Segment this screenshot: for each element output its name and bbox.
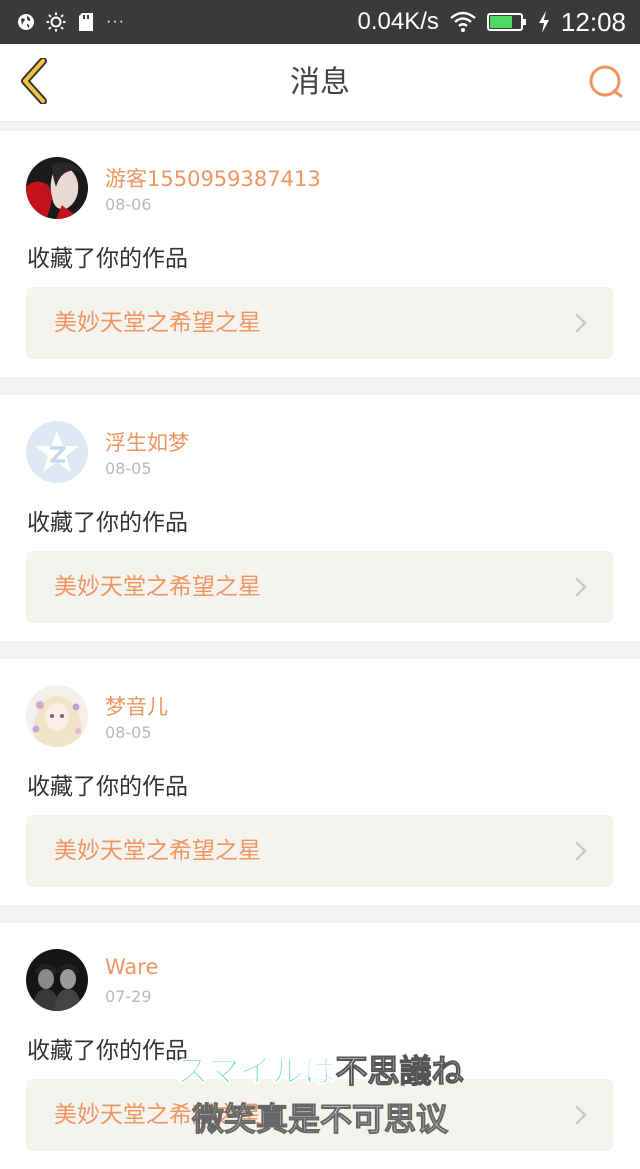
more-notifications-indicator: ··· [106,13,125,30]
message-card: 浮生如梦 08-05 收藏了你的作品 美妙天堂之希望之星 [0,395,640,641]
search-icon [588,64,624,104]
battery-icon [486,12,527,32]
work-link[interactable]: 美妙天堂之希望之星 [26,287,613,359]
avatar[interactable] [26,157,88,219]
user-name[interactable]: Ware [105,955,158,979]
message-text: 收藏了你的作品 [27,510,188,536]
avatar[interactable] [26,685,88,747]
work-title: 美妙天堂之希望之星 [54,310,261,336]
avatar[interactable] [26,949,88,1011]
message-date: 08-05 [105,459,152,478]
chevron-right-icon [575,841,587,861]
message-card: 游客1550959387413 08-06 收藏了你的作品 美妙天堂之希望之星 [0,131,640,377]
work-title: 美妙天堂之希望之星 [54,574,261,600]
message-date: 08-06 [105,195,152,214]
message-card: 梦音儿 08-05 收藏了你的作品 美妙天堂之希望之星 [0,659,640,905]
message-text: 收藏了你的作品 [27,774,188,800]
user-name[interactable]: 游客1550959387413 [105,163,321,193]
subtitle-highlight: スマイルは [176,1052,336,1091]
navigation-bar: 消息 [0,44,640,122]
status-bar: ··· 0.04K/s 12:08 [0,0,640,44]
subtitle-rest: 不思議ね [335,1052,464,1091]
clock: 12:08 [560,6,626,37]
charging-icon [537,11,551,33]
search-button[interactable] [586,64,626,104]
subtitle-line-japanese: スマイルは不思議ね [0,1046,640,1092]
user-name[interactable]: 梦音儿 [105,691,168,721]
work-link[interactable]: 美妙天堂之希望之星 [26,551,613,623]
avatar[interactable] [26,421,88,483]
subtitle-line-chinese: 微笑真是不可思议 [191,1100,448,1139]
message-date: 07-29 [105,987,152,1006]
work-title: 美妙天堂之希望之星 [54,838,261,864]
brightness-icon [46,12,66,32]
sd-card-icon [76,12,96,32]
chevron-right-icon [575,313,587,333]
message-text: 收藏了你的作品 [27,246,188,272]
work-link[interactable]: 美妙天堂之希望之星 [26,815,613,887]
wifi-icon [449,11,477,32]
message-date: 08-05 [105,723,152,742]
globe-icon [16,12,36,32]
user-name[interactable]: 浮生如梦 [105,427,189,457]
chevron-right-icon [575,577,587,597]
page-title: 消息 [290,65,350,100]
network-speed: 0.04K/s [357,8,439,35]
